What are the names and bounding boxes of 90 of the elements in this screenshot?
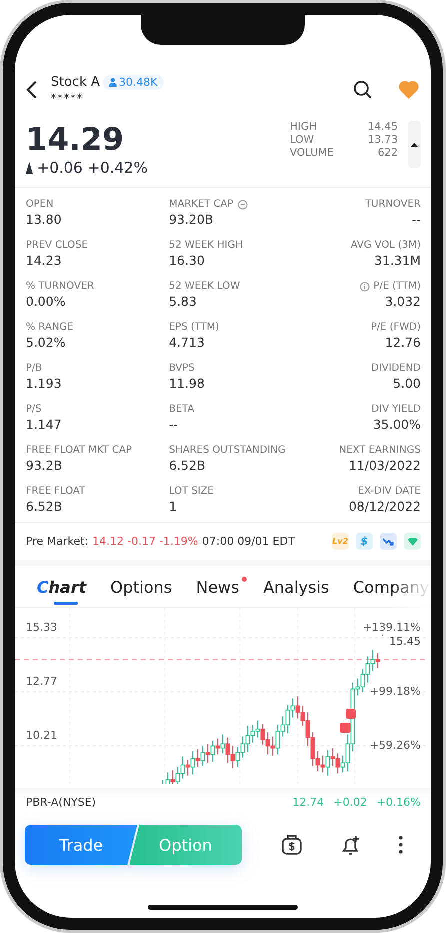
price-change: +0.06 +0.42% [37,159,148,177]
info-icon[interactable] [360,282,370,292]
stat-label: P/S [26,404,42,415]
stat-value: 6.52B [26,499,62,514]
detail-value: 14.45 [366,121,398,133]
stat-value: 35.00% [373,417,421,432]
stock-subtitle: ***** [51,92,84,105]
stat-value: 16.30 [169,253,205,268]
minus-circle-icon[interactable] [238,200,248,210]
more-icon[interactable] [398,834,402,856]
stat-label: BVPS [169,363,195,374]
stat-value: 11/03/2022 [348,458,421,473]
stat-value: 5.83 [169,294,197,309]
bell-plus-icon[interactable] [340,834,362,856]
stat-label: SHARES OUTSTANDING [169,445,286,456]
trade-marker [346,709,356,719]
stat-value: 31.31M [374,253,421,268]
back-icon[interactable] [25,80,39,100]
stat-value: 3.032 [385,294,421,309]
stock-title: Stock A [51,75,100,90]
related-symbol: PBR-A(NYSE) [26,796,96,809]
stat-label: P/E (FWD) [370,322,421,333]
stat-value: 1.193 [26,376,62,391]
stat-label: P/E (TTM) [374,281,421,292]
stat-value: 4.713 [169,335,205,350]
pre-market-time: 07:00 09/01 EDT [202,535,296,548]
stat-label: DIVIDEND [371,363,421,374]
stat-value: 13.80 [26,212,62,227]
stat-label: 52 WEEK LOW [169,281,240,292]
trade-marker [340,723,351,733]
stat-label: TURNOVER [365,199,421,210]
trend-down-icon[interactable] [380,533,397,550]
stat-label: EX-DIV DATE [358,486,421,497]
detail-label: LOW [290,134,316,146]
price-axis-label: 10.21 [26,729,58,742]
stat-label: MARKET CAP [169,199,234,210]
stat-value: 5.02% [26,335,66,350]
money-bag-icon[interactable] [280,834,302,856]
stat-value: 1 [169,499,178,514]
price-axis-label: 12.77 [26,675,58,688]
stat-label: 52 WEEK HIGH [169,240,244,251]
stat-value: 08/12/2022 [348,499,421,514]
tab[interactable]: News [196,574,248,607]
stat-label: P/B [26,363,42,374]
stat-label: FREE FLOAT MKT CAP [26,445,132,456]
followers-badge: 30.48K [103,75,164,90]
stat-value: 14.23 [26,253,62,268]
stat-label: % TURNOVER [26,281,94,292]
pre-market-label: Pre Market: [26,535,89,548]
stat-label: NEXT EARNINGS [339,445,421,456]
last-price-label: 15.45 [390,635,421,648]
stat-label: % RANGE [26,322,74,333]
stat-value: 93.20B [169,212,214,227]
stat-label: LOT SIZE [169,486,214,497]
tab[interactable]: Chart [37,574,94,607]
price-axis-label: 15.33 [26,621,58,634]
stat-label: DIV YIELD [372,404,421,415]
stat-value: 12.76 [385,335,421,350]
detail-label: VOLUME [290,147,334,159]
tab[interactable]: Analysis [263,574,338,607]
stat-label: BETA [169,404,194,415]
stat-label: FREE FLOAT [26,486,86,497]
tab[interactable]: Company [353,574,431,607]
stat-value: 11.98 [169,376,205,391]
stat-value: 5.00 [393,376,421,391]
tab[interactable]: Options [110,574,180,607]
stat-value: 0.00% [26,294,66,309]
stat-value: -- [169,417,178,432]
search-icon[interactable] [353,80,373,100]
stat-value: 1.147 [26,417,62,432]
detail-value: 13.73 [366,134,398,146]
percent-axis-label: +59.26% [370,739,421,752]
detail-label: HIGH [290,121,318,133]
stat-label: PREV CLOSE [26,240,88,251]
collapse-button[interactable] [408,121,421,168]
related-quote: 12.74 +0.02 +0.16% [292,796,421,809]
stat-label: AVG VOL (3M) [350,240,421,251]
up-arrow-icon [26,162,33,174]
trade-button[interactable]: Trade [25,825,138,865]
price: 14.29 [26,121,126,159]
caret-icon [411,142,418,146]
stat-value: -- [412,212,421,227]
pre-market-change: 14.12 -0.17 -1.19% [92,535,198,548]
detail-value: 622 [376,147,398,159]
stat-value: 93.2B [26,458,62,473]
stat-value: 6.52B [169,458,206,473]
stat-label: EPS (TTM) [169,322,220,333]
stat-label: OPEN [26,199,54,210]
percent-axis-label: +139.11% [362,621,421,634]
percent-axis-label: +99.18% [370,685,421,698]
